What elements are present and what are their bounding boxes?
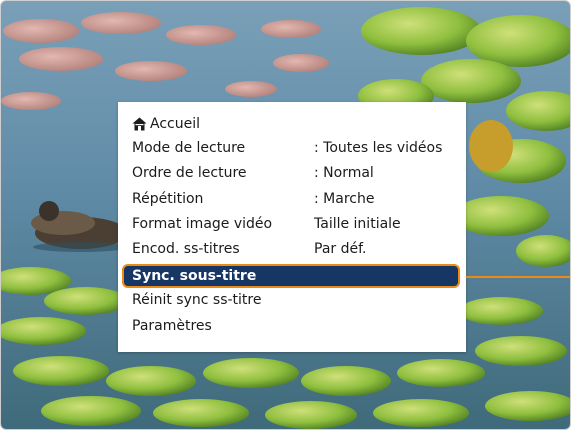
- menu-item-repeat[interactable]: Répétition : Marche: [118, 187, 466, 211]
- menu-item-label: Réinit sync ss-titre: [132, 292, 262, 308]
- menu-item-reset-subtitle-sync[interactable]: Réinit sync ss-titre: [118, 288, 466, 312]
- menu-item-label: Ordre de lecture: [132, 165, 247, 181]
- callout-line: [466, 276, 570, 278]
- menu-item-video-format[interactable]: Format image vidéo Taille initiale: [118, 212, 466, 236]
- menu-item-value: : Normal: [314, 165, 374, 181]
- menu-item-label: Sync. sous-titre: [132, 268, 257, 284]
- menu-item-value: Taille initiale: [314, 216, 401, 232]
- playback-options-menu: Accueil Mode de lecture : Toutes les vid…: [118, 102, 466, 352]
- menu-item-label: Encod. ss-titres: [132, 241, 240, 257]
- menu-item-settings[interactable]: Paramètres: [118, 314, 466, 338]
- home-icon: [132, 117, 147, 131]
- menu-item-value: : Marche: [314, 191, 375, 207]
- menu-item-value: Par déf.: [314, 241, 367, 257]
- menu-item-value: : Toutes les vidéos: [314, 140, 443, 156]
- menu-item-label: Mode de lecture: [132, 140, 246, 156]
- menu-item-label: Format image vidéo: [132, 216, 273, 232]
- menu-item-label: Répétition: [132, 191, 204, 207]
- menu-item-subtitle-encoding[interactable]: Encod. ss-titres Par déf.: [118, 237, 466, 261]
- menu-item-label: Accueil: [150, 116, 200, 132]
- menu-item-label: Paramètres: [132, 318, 212, 334]
- menu-item-home[interactable]: Accueil: [118, 112, 466, 136]
- screen-frame: Accueil Mode de lecture : Toutes les vid…: [0, 0, 571, 430]
- menu-item-play-order[interactable]: Ordre de lecture : Normal: [118, 161, 466, 185]
- menu-item-subtitle-sync[interactable]: Sync. sous-titre: [122, 264, 460, 288]
- menu-item-play-mode[interactable]: Mode de lecture : Toutes les vidéos: [118, 136, 466, 160]
